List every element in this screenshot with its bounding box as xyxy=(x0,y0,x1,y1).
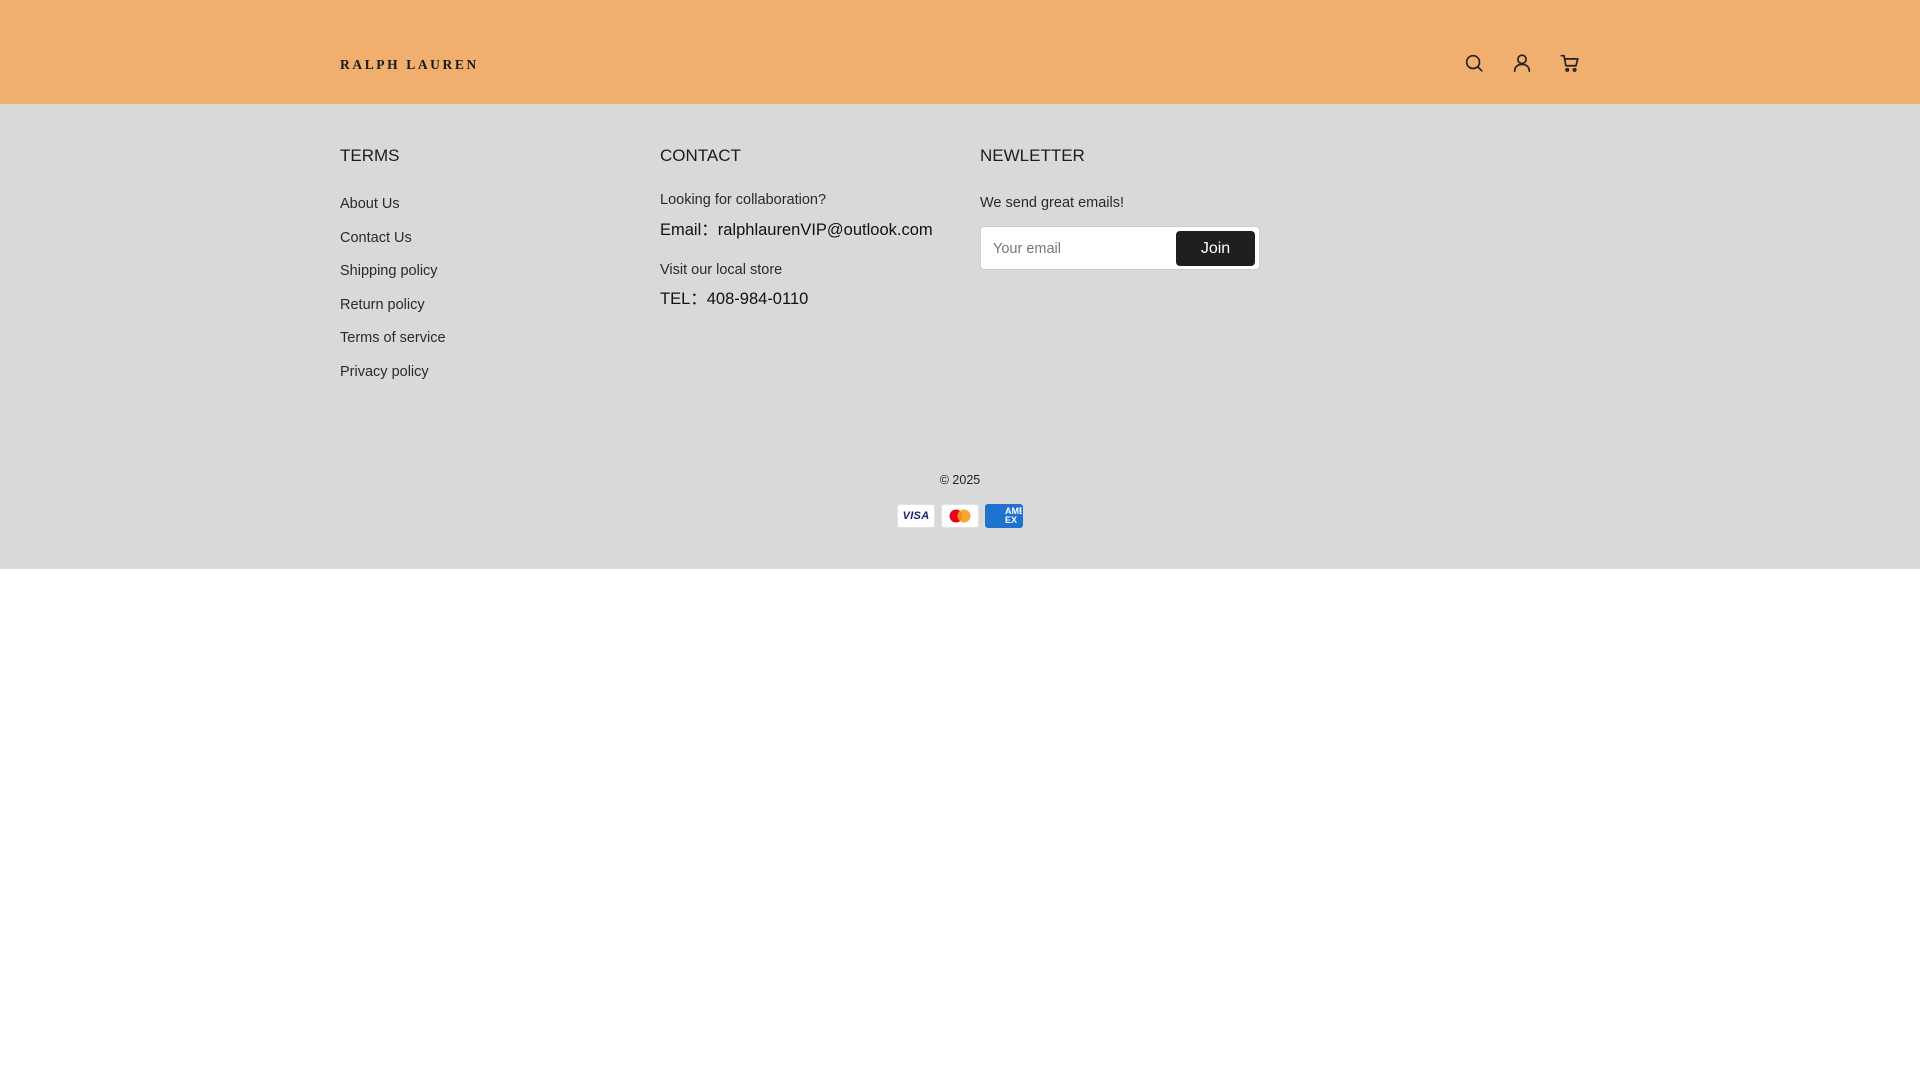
return-policy-link[interactable]: Return policy xyxy=(340,297,425,313)
about-us-link[interactable]: About Us xyxy=(340,196,400,212)
collaboration-label: Looking for collaboration? xyxy=(660,192,827,208)
email-input[interactable] xyxy=(993,237,1163,261)
cart-icon[interactable] xyxy=(1557,50,1583,76)
join-button[interactable]: Join xyxy=(1176,231,1255,266)
amex-icon: AMERICANEX xyxy=(985,504,1023,528)
brand-logo[interactable]: RALPH LAUREN xyxy=(340,57,479,73)
contact-phone: TEL：408-984-0110 xyxy=(660,290,809,308)
terms-of-service-link[interactable]: Terms of service xyxy=(340,330,446,346)
account-icon[interactable] xyxy=(1509,50,1535,76)
privacy-policy-link[interactable]: Privacy policy xyxy=(340,364,429,380)
terms-title: TERMS xyxy=(340,146,400,165)
search-icon[interactable] xyxy=(1461,50,1487,76)
newsletter-text: We send great emails! xyxy=(980,195,1124,211)
contact-email: Email：ralphlaurenVIP@outlook.com xyxy=(660,221,933,239)
newsletter-form: Join xyxy=(980,226,1260,270)
site-header: RALPH LAUREN xyxy=(0,0,1920,104)
copyright-text: © 2025 xyxy=(939,473,981,487)
site-footer: TERMS About Us Contact Us Shipping polic… xyxy=(0,104,1920,569)
visa-icon: VISA xyxy=(897,504,935,528)
contact-us-link[interactable]: Contact Us xyxy=(340,230,412,246)
contact-title: CONTACT xyxy=(660,146,741,165)
shipping-policy-link[interactable]: Shipping policy xyxy=(340,263,438,279)
mastercard-icon xyxy=(941,504,979,528)
visa-label: VISA xyxy=(902,510,930,522)
newsletter-title: NEWLETTER xyxy=(980,146,1085,165)
payment-methods: VISA AMERICANEX xyxy=(897,504,1023,528)
local-store-label: Visit our local store xyxy=(660,262,783,278)
